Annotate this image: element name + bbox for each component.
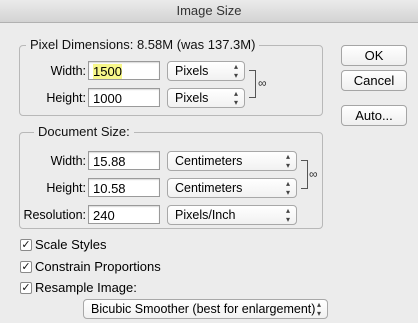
resolution-unit-select[interactable]: Pixels/Inch ▴ ▾ bbox=[167, 205, 297, 225]
pixel-height-unit-value: Pixels bbox=[175, 91, 209, 105]
resample-method-value: Bicubic Smoother (best for enlargement) bbox=[91, 302, 316, 316]
document-size-legend: Document Size: bbox=[34, 124, 134, 139]
checkmark-icon: ✓ bbox=[21, 239, 31, 251]
resolution-unit-value: Pixels/Inch bbox=[175, 208, 236, 222]
pixel-width-input[interactable]: 1500 bbox=[88, 61, 160, 80]
pixel-height-unit-select[interactable]: Pixels ▴ ▾ bbox=[167, 88, 245, 108]
checkmark-icon: ✓ bbox=[21, 282, 31, 294]
doc-width-unit-value: Centimeters bbox=[175, 154, 243, 168]
doc-height-label: Height: bbox=[46, 181, 86, 195]
updown-caret-icon: ▴ ▾ bbox=[285, 206, 290, 224]
doc-height-unit-select[interactable]: Centimeters ▴ ▾ bbox=[167, 178, 297, 198]
resample-method-select[interactable]: Bicubic Smoother (best for enlargement) … bbox=[83, 299, 328, 319]
updown-caret-icon: ▴ ▾ bbox=[233, 62, 238, 80]
doc-height-input[interactable]: 10.58 bbox=[88, 178, 160, 197]
scale-styles-label: Scale Styles bbox=[35, 237, 107, 252]
pixel-height-value: 1000 bbox=[93, 91, 122, 106]
image-size-dialog: Image Size Pixel Dimensions: 8.58M (was … bbox=[0, 0, 418, 323]
resolution-input[interactable]: 240 bbox=[88, 205, 160, 224]
resample-image-checkbox[interactable]: ✓ bbox=[20, 282, 32, 294]
chain-link-icon: ∞ bbox=[258, 76, 267, 90]
pixel-width-unit-value: Pixels bbox=[175, 64, 209, 78]
doc-width-value: 15.88 bbox=[93, 154, 126, 169]
updown-caret-icon: ▴ ▾ bbox=[285, 179, 290, 197]
updown-caret-icon: ▴ ▾ bbox=[233, 89, 238, 107]
pixel-height-input[interactable]: 1000 bbox=[88, 88, 160, 107]
constrain-proportions-label: Constrain Proportions bbox=[35, 259, 161, 274]
constrain-proportions-checkbox[interactable]: ✓ bbox=[20, 261, 32, 273]
doc-width-input[interactable]: 15.88 bbox=[88, 151, 160, 170]
doc-width-unit-select[interactable]: Centimeters ▴ ▾ bbox=[167, 151, 297, 171]
resample-image-label: Resample Image: bbox=[35, 280, 137, 295]
window-title: Image Size bbox=[0, 0, 418, 23]
pixel-dimensions-label: Pixel Dimensions: bbox=[30, 37, 134, 52]
pixel-width-value: 1500 bbox=[93, 64, 122, 79]
resolution-value: 240 bbox=[93, 208, 115, 223]
pixel-dimensions-size: 8.58M (was 137.3M) bbox=[136, 37, 256, 52]
pixel-dimensions-legend: Pixel Dimensions: 8.58M (was 137.3M) bbox=[26, 37, 260, 52]
updown-caret-icon: ▴ ▾ bbox=[285, 152, 290, 170]
doc-height-unit-value: Centimeters bbox=[175, 181, 243, 195]
scale-styles-checkbox[interactable]: ✓ bbox=[20, 239, 32, 251]
pixel-width-unit-select[interactable]: Pixels ▴ ▾ bbox=[167, 61, 245, 81]
ok-button[interactable]: OK bbox=[341, 45, 407, 66]
doc-width-label: Width: bbox=[50, 154, 86, 168]
cancel-button[interactable]: Cancel bbox=[341, 70, 407, 91]
pixel-height-label: Height: bbox=[46, 91, 86, 105]
doc-height-value: 10.58 bbox=[93, 181, 126, 196]
chain-link-icon: ∞ bbox=[309, 167, 318, 181]
checkmark-icon: ✓ bbox=[21, 261, 31, 273]
pixel-width-label: Width: bbox=[50, 64, 86, 78]
resolution-label: Resolution: bbox=[23, 208, 86, 222]
doc-link-bracket bbox=[301, 160, 308, 189]
auto-button[interactable]: Auto... bbox=[341, 105, 407, 126]
pixel-link-bracket bbox=[249, 70, 256, 98]
updown-caret-icon: ▴ ▾ bbox=[316, 300, 321, 318]
